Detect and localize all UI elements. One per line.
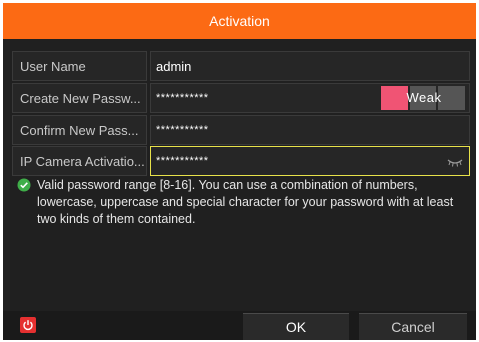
ip-camera-password-value: *********** xyxy=(156,155,209,167)
activation-dialog: Activation User Name admin Create New Pa… xyxy=(3,3,476,340)
power-icon[interactable] xyxy=(20,317,36,333)
new-password-row: Create New Passw... *********** Weak xyxy=(12,83,470,113)
confirm-password-row: Confirm New Pass... *********** xyxy=(12,115,470,145)
user-name-label: User Name xyxy=(12,51,147,81)
strength-label: Weak xyxy=(406,90,442,105)
ok-button[interactable]: OK xyxy=(243,313,349,340)
password-hint-text: Valid password range [8-16]. You can use… xyxy=(37,178,454,226)
user-name-row: User Name admin xyxy=(12,51,470,81)
new-password-label: Create New Passw... xyxy=(12,83,147,113)
new-password-field[interactable]: *********** Weak xyxy=(150,83,470,113)
ip-camera-password-field[interactable]: *********** xyxy=(150,146,470,176)
new-password-value: *********** xyxy=(156,92,209,104)
check-circle-icon xyxy=(17,178,31,192)
confirm-password-field[interactable]: *********** xyxy=(150,115,470,145)
dialog-title: Activation xyxy=(3,3,476,39)
eye-closed-icon[interactable] xyxy=(447,156,463,168)
confirm-password-label: Confirm New Pass... xyxy=(12,115,147,145)
confirm-password-value: *********** xyxy=(156,124,209,136)
cancel-button[interactable]: Cancel xyxy=(359,313,467,340)
ip-camera-password-row: IP Camera Activatio... *********** xyxy=(12,146,470,176)
ip-camera-password-label: IP Camera Activatio... xyxy=(12,146,147,176)
user-name-field[interactable]: admin xyxy=(150,51,470,81)
password-hint: Valid password range [8-16]. You can use… xyxy=(17,177,467,228)
password-strength-meter: Weak xyxy=(381,86,467,110)
